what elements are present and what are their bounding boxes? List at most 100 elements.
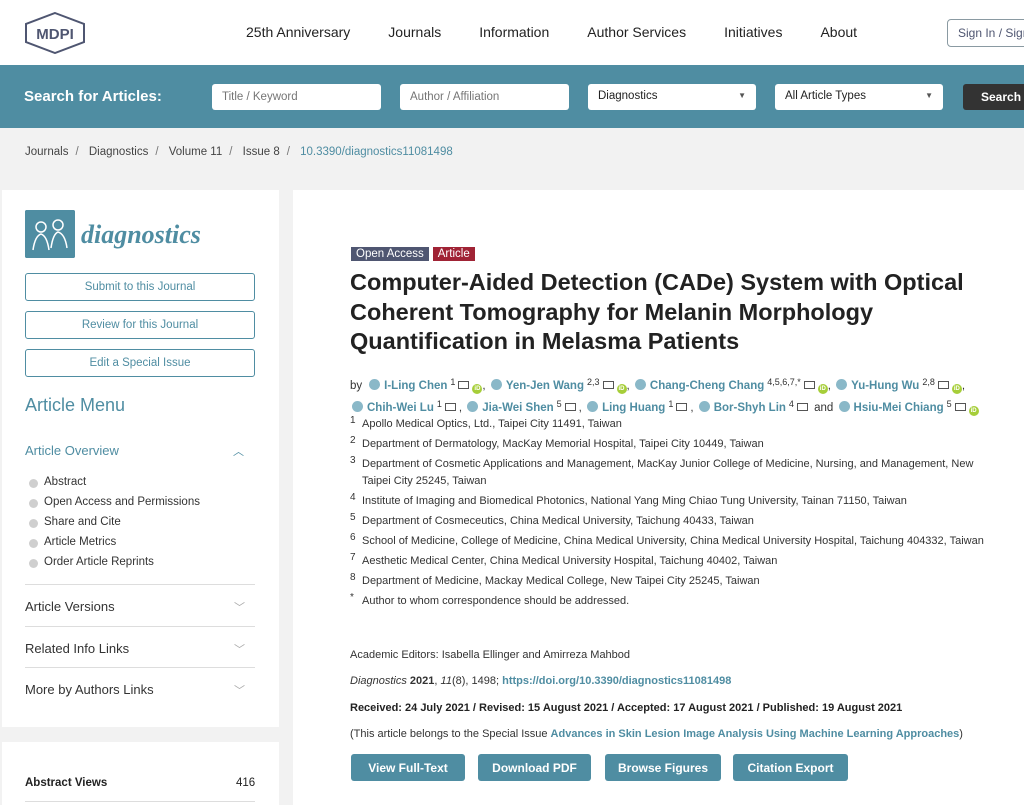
main-nav: 25th Anniversary Journals Information Au… [246,24,895,40]
orcid-icon[interactable]: iD [968,406,979,416]
email-icon[interactable] [564,403,576,411]
nav-author-services[interactable]: Author Services [587,24,686,40]
abstract-views-label: Abstract Views [25,777,108,789]
breadcrumb-issue[interactable]: Issue 8 [243,146,280,158]
author-link[interactable]: Chih-Wei Lu [367,402,434,414]
affiliation-item: 4 Institute of Imaging and Biomedical Pho… [350,491,907,507]
divider [25,801,255,802]
author-link[interactable]: Bor-Shyh Lin [714,402,786,414]
menu-item-abstract[interactable]: Abstract [29,476,86,488]
nav-anniversary[interactable]: 25th Anniversary [246,24,350,40]
submit-journal-button[interactable]: Submit to this Journal [25,273,255,301]
edit-special-issue-button[interactable]: Edit a Special Issue [25,349,255,377]
orcid-icon[interactable]: iD [817,384,828,394]
breadcrumb: Journals / Diagnostics / Volume 11/ Issue … [25,146,453,158]
article-menu-title: Article Menu [25,395,126,415]
diagnostics-journal-icon[interactable] [25,210,75,258]
email-icon[interactable] [796,403,808,411]
nav-information[interactable]: Information [479,24,549,40]
nav-journals[interactable]: Journals [388,24,441,40]
stats-panel: Abstract Views 416 [2,742,279,805]
article-type-value: All Article Types [785,90,866,102]
journal-select[interactable]: Diagnostics ▼ [588,84,756,110]
orcid-icon[interactable]: iD [472,384,483,394]
article-title: Computer-Aided Detection (CADe) System w… [350,269,964,354]
cite-volume: 11 [440,675,452,687]
author-icon [838,401,850,412]
author-link[interactable]: Hsiu-Mei Chiang [854,402,944,414]
email-icon[interactable] [803,381,815,389]
bullet-icon [29,559,38,568]
chevron-down-icon: ﹀ [234,644,245,656]
nav-initiatives[interactable]: Initiatives [724,24,782,40]
bullet-icon [29,479,38,488]
article-type-select[interactable]: All Article Types ▼ [775,84,943,110]
author-icon [467,401,479,412]
author-icon [490,379,502,390]
email-icon[interactable] [954,403,966,411]
dropdown-caret-icon: ▼ [925,91,933,100]
abstract-views-value: 416 [236,777,256,789]
journal-name[interactable]: diagnostics [81,220,201,250]
author-aff: 1 [436,399,442,409]
breadcrumb-diagnostics[interactable]: Diagnostics [89,146,148,158]
browse-figures-button[interactable]: Browse Figures [605,754,721,781]
author-link[interactable]: Jia-Wei Shen [482,402,553,414]
svg-text:MDPI: MDPI [36,26,74,43]
nav-about[interactable]: About [820,24,857,40]
affiliation-item: 2 Department of Dermatology, MacKay Memor… [350,435,764,450]
author-link[interactable]: I-Ling Chen [384,380,447,392]
article-content: Open Access Article Computer-Aided Detec… [293,190,1024,805]
affiliation-item: 5 Department of Cosmeceutics, China Medic… [350,511,754,527]
special-issue-link[interactable]: Advances in Skin Lesion Image Analysis U… [551,728,960,740]
sign-in-button[interactable]: Sign In / Sign Up [947,19,1024,47]
special-issue-note: (This article belongs to the Special Iss… [350,728,963,740]
author-link[interactable]: Yen-Jen Wang [506,380,584,392]
breadcrumb-volume[interactable]: Volume 11 [169,146,223,158]
email-icon[interactable] [937,381,949,389]
title-keyword-input[interactable] [212,84,381,110]
menu-item-share-cite[interactable]: Share and Cite [29,516,121,528]
article-versions-section[interactable]: Article Versions ﹀ [25,584,255,625]
email-icon[interactable] [602,381,614,389]
citation-export-button[interactable]: Citation Export [733,754,848,781]
affiliation-item: 6 School of Medicine, College of Medicine… [350,531,984,547]
menu-item-open-access[interactable]: Open Access and Permissions [29,496,200,508]
affiliation-item: 3 Department of Cosmetic Applications and… [350,455,974,487]
article-badges: Open Access Article [351,247,479,261]
author-link[interactable]: Chang-Cheng Chang [650,380,764,392]
doi-link[interactable]: https://doi.org/10.3390/diagnostics11081… [502,675,731,687]
review-journal-button[interactable]: Review for this Journal [25,311,255,339]
email-icon[interactable] [676,403,688,411]
view-full-text-button[interactable]: View Full-Text [351,754,465,781]
author-aff: 1 [668,399,674,409]
email-icon[interactable] [458,381,470,389]
mdpi-logo[interactable]: MDPI [24,12,86,54]
affiliation-item: * Author to whom correspondence should be… [350,591,630,607]
sidebar: diagnostics Submit to this Journal Revie… [2,190,279,727]
download-pdf-button[interactable]: Download PDF [478,754,591,781]
affiliation-item: 7 Aesthetic Medical Center, China Medical… [350,551,778,567]
menu-item-metrics[interactable]: Article Metrics [29,536,116,548]
search-button[interactable]: Search [963,84,1024,110]
dropdown-caret-icon: ▼ [738,91,746,100]
email-icon[interactable] [444,403,456,411]
chevron-up-icon[interactable]: ︿ [233,443,244,459]
affiliation-list: 1 Apollo Medical Optics, Ltd., Taipei Cit… [350,415,1000,613]
article-overview-toggle[interactable]: Article Overview [25,443,119,458]
more-by-authors-section[interactable]: More by Authors Links ﹀ [25,667,255,708]
breadcrumb-doi[interactable]: 10.3390/diagnostics11081498 [300,146,453,158]
breadcrumb-journals[interactable]: Journals [25,146,68,158]
author-link[interactable]: Ling Huang [602,402,665,414]
author-icon [698,401,710,412]
author-link[interactable]: Yu-Hung Wu [851,380,919,392]
author-aff: 2,8 [922,377,935,387]
orcid-icon[interactable]: iD [616,384,627,394]
orcid-icon[interactable]: iD [951,384,962,394]
menu-item-reprints[interactable]: Order Article Reprints [29,556,154,568]
search-label: Search for Articles: [24,88,162,105]
related-info-section[interactable]: Related Info Links ﹀ [25,626,255,667]
search-bar: Search for Articles: Diagnostics ▼ All A… [0,65,1024,128]
cite-journal: Diagnostics [350,675,407,687]
author-affiliation-input[interactable] [400,84,569,110]
